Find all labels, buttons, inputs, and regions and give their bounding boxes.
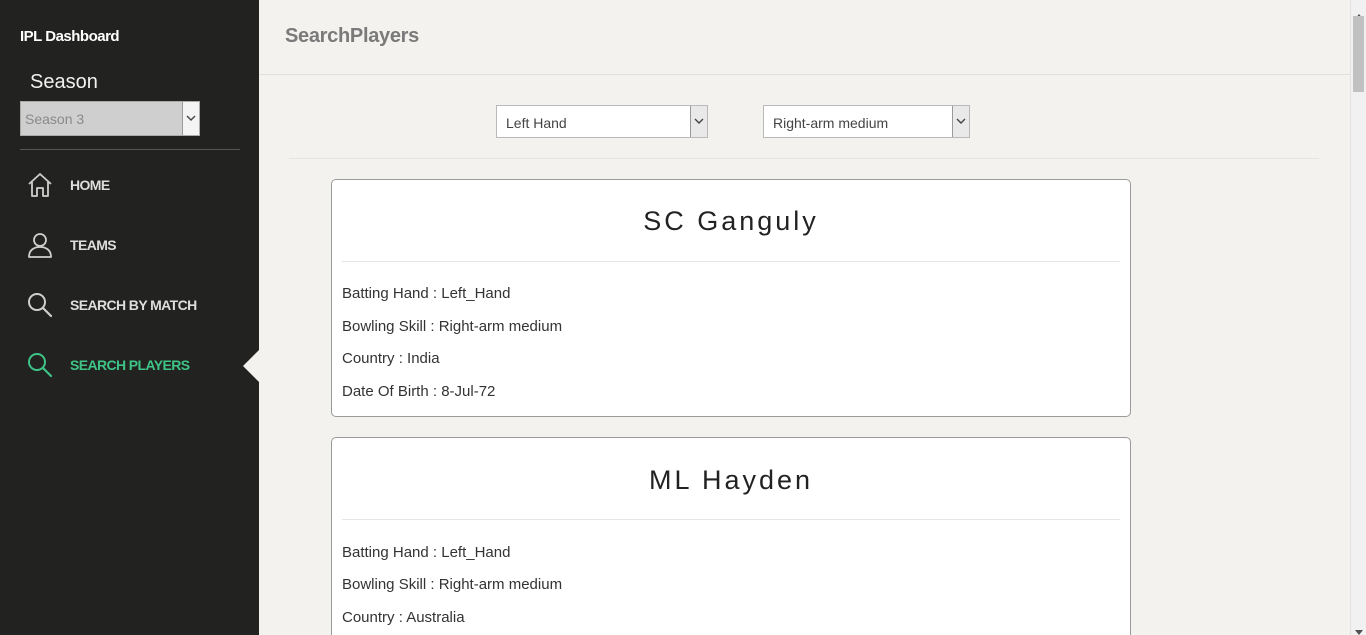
sidebar: IPL Dashboard Season Season 3 HOME TEAMS…	[0, 0, 259, 635]
nav-item-search-players[interactable]: SEARCH PLAYERS	[0, 343, 259, 387]
active-nav-pointer	[243, 350, 259, 382]
card-divider	[342, 261, 1120, 262]
bowling-skill-select[interactable]: Right-arm medium	[763, 105, 970, 138]
player-card: ML Hayden Batting Hand : Left_Hand Bowli…	[331, 437, 1131, 635]
nav-item-home[interactable]: HOME	[0, 163, 259, 207]
user-icon	[26, 231, 54, 259]
chevron-down-icon[interactable]	[182, 102, 199, 135]
scrollbar-thumb[interactable]	[1353, 16, 1364, 92]
batting-hand-select[interactable]: Left Hand	[496, 105, 708, 138]
batting-hand-value: Left Hand	[506, 115, 567, 131]
vertical-scrollbar[interactable]	[1350, 0, 1366, 635]
player-batting-hand: Batting Hand : Left_Hand	[342, 544, 511, 561]
season-select-value: Season 3	[25, 111, 85, 127]
player-bowling-skill: Bowling Skill : Right-arm medium	[342, 318, 563, 335]
scroll-down-arrow-icon[interactable]	[1355, 622, 1363, 635]
brand-title[interactable]: IPL Dashboard	[20, 28, 120, 45]
nav-item-label: SEARCH PLAYERS	[70, 357, 190, 373]
bowling-skill-value: Right-arm medium	[773, 115, 889, 131]
player-country: Country : India	[342, 350, 440, 367]
player-name: SC Ganguly	[643, 206, 819, 236]
nav-item-label: HOME	[70, 177, 110, 193]
season-select[interactable]: Season 3	[20, 101, 200, 136]
player-name: ML Hayden	[648, 465, 814, 495]
card-divider	[342, 519, 1120, 520]
player-card: SC Ganguly Batting Hand : Left_Hand Bowl…	[331, 179, 1131, 417]
nav-item-teams[interactable]: TEAMS	[0, 223, 259, 267]
player-dob: Date Of Birth : 8-Jul-72	[342, 383, 496, 400]
home-icon	[26, 171, 54, 199]
chevron-down-icon[interactable]	[690, 106, 707, 137]
chevron-down-icon[interactable]	[952, 106, 969, 137]
player-bowling-skill: Bowling Skill : Right-arm medium	[342, 576, 563, 593]
search-icon	[26, 291, 54, 319]
player-batting-hand: Batting Hand : Left_Hand	[342, 285, 511, 302]
main-content: SearchPlayers Left Hand Right-arm medium…	[259, 0, 1350, 635]
nav-item-label: SEARCH BY MATCH	[70, 297, 197, 313]
season-label: Season	[30, 71, 98, 93]
nav-item-label: TEAMS	[70, 237, 117, 253]
sidebar-divider	[20, 149, 240, 150]
filter-divider	[289, 158, 1319, 159]
search-icon	[26, 351, 54, 379]
page-header: SearchPlayers	[259, 0, 1350, 75]
nav-item-search-by-match[interactable]: SEARCH BY MATCH	[0, 283, 259, 327]
page-title: SearchPlayers	[285, 25, 419, 47]
player-country: Country : Australia	[342, 609, 465, 626]
